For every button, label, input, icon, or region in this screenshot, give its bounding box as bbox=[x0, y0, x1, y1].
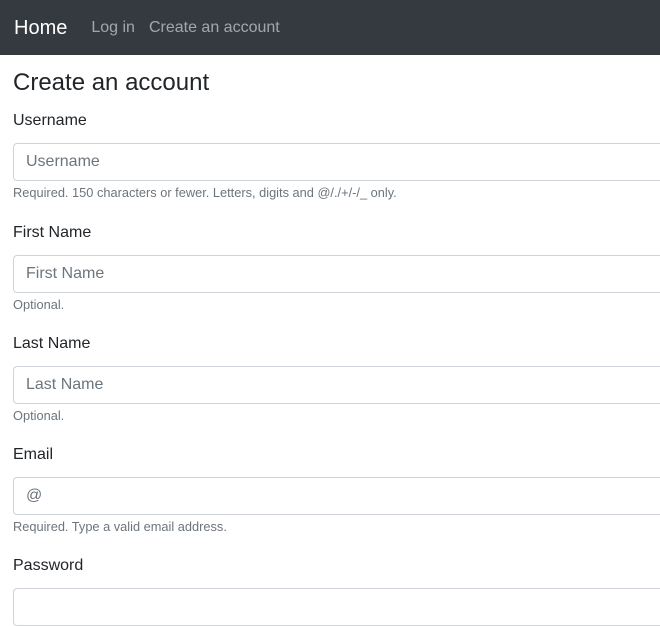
last-name-group: Last Name Optional. bbox=[13, 334, 660, 424]
nav-brand-home[interactable]: Home bbox=[14, 16, 67, 40]
username-help: Required. 150 characters or fewer. Lette… bbox=[13, 185, 397, 200]
first-name-input[interactable] bbox=[13, 255, 660, 293]
username-label: Username bbox=[13, 112, 87, 129]
first-name-help: Optional. bbox=[13, 297, 65, 312]
email-help: Required. Type a valid email address. bbox=[13, 519, 227, 534]
main-content: Create an account Username Required. 150… bbox=[13, 55, 660, 626]
top-navbar: Home Log in Create an account bbox=[0, 0, 660, 55]
first-name-label: First Name bbox=[13, 224, 92, 241]
last-name-help: Optional. bbox=[13, 408, 65, 423]
last-name-label: Last Name bbox=[13, 335, 91, 352]
signup-form: Username Required. 150 characters or few… bbox=[13, 111, 660, 626]
nav-link-create-account[interactable]: Create an account bbox=[149, 18, 280, 38]
last-name-input[interactable] bbox=[13, 366, 660, 404]
email-label: Email bbox=[13, 446, 54, 463]
username-group: Username Required. 150 characters or few… bbox=[13, 111, 660, 201]
email-group: Email Required. Type a valid email addre… bbox=[13, 445, 660, 535]
password-label: Password bbox=[13, 557, 84, 574]
email-input[interactable] bbox=[13, 477, 660, 515]
nav-link-login[interactable]: Log in bbox=[91, 18, 135, 38]
first-name-group: First Name Optional. bbox=[13, 223, 660, 313]
username-input[interactable] bbox=[13, 143, 660, 181]
password-input[interactable] bbox=[13, 588, 660, 626]
password-group: Password bbox=[13, 556, 660, 626]
page-title: Create an account bbox=[13, 69, 210, 96]
